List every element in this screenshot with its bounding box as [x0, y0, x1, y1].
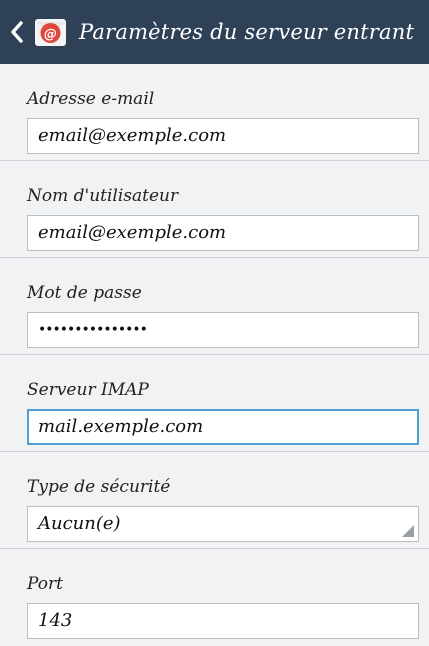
dropdown-corner-icon [402, 525, 414, 537]
security-type-value: Aucun(e) [38, 513, 121, 534]
email-section: Adresse e-mail email@exemple.com [0, 64, 429, 161]
password-label: Mot de passe [27, 283, 142, 303]
email-field[interactable]: email@exemple.com [27, 118, 419, 154]
port-field[interactable]: 143 [27, 603, 419, 639]
imap-server-field[interactable]: mail.exemple.com [27, 409, 419, 445]
svg-text:@: @ [44, 27, 57, 42]
action-bar: @ Paramètres du serveur entrant [0, 0, 429, 64]
server-section: Serveur IMAP mail.exemple.com [0, 355, 429, 452]
security-type-label: Type de sécurité [27, 477, 171, 497]
port-label: Port [27, 574, 63, 594]
security-section: Type de sécurité Aucun(e) [0, 452, 429, 549]
username-field[interactable]: email@exemple.com [27, 215, 419, 251]
email-label: Adresse e-mail [27, 89, 155, 109]
username-section: Nom d'utilisateur email@exemple.com [0, 161, 429, 258]
security-type-select[interactable]: Aucun(e) [27, 506, 419, 542]
username-label: Nom d'utilisateur [27, 186, 179, 206]
port-section: Port 143 [0, 549, 429, 646]
password-section: Mot de passe ••••••••••••••• [0, 258, 429, 355]
email-app-icon: @ [34, 16, 67, 49]
imap-server-label: Serveur IMAP [27, 380, 149, 400]
back-button[interactable] [6, 12, 28, 52]
password-field[interactable]: ••••••••••••••• [27, 312, 419, 348]
page-title: Paramètres du serveur entrant [79, 20, 415, 44]
chevron-left-icon [11, 21, 23, 43]
